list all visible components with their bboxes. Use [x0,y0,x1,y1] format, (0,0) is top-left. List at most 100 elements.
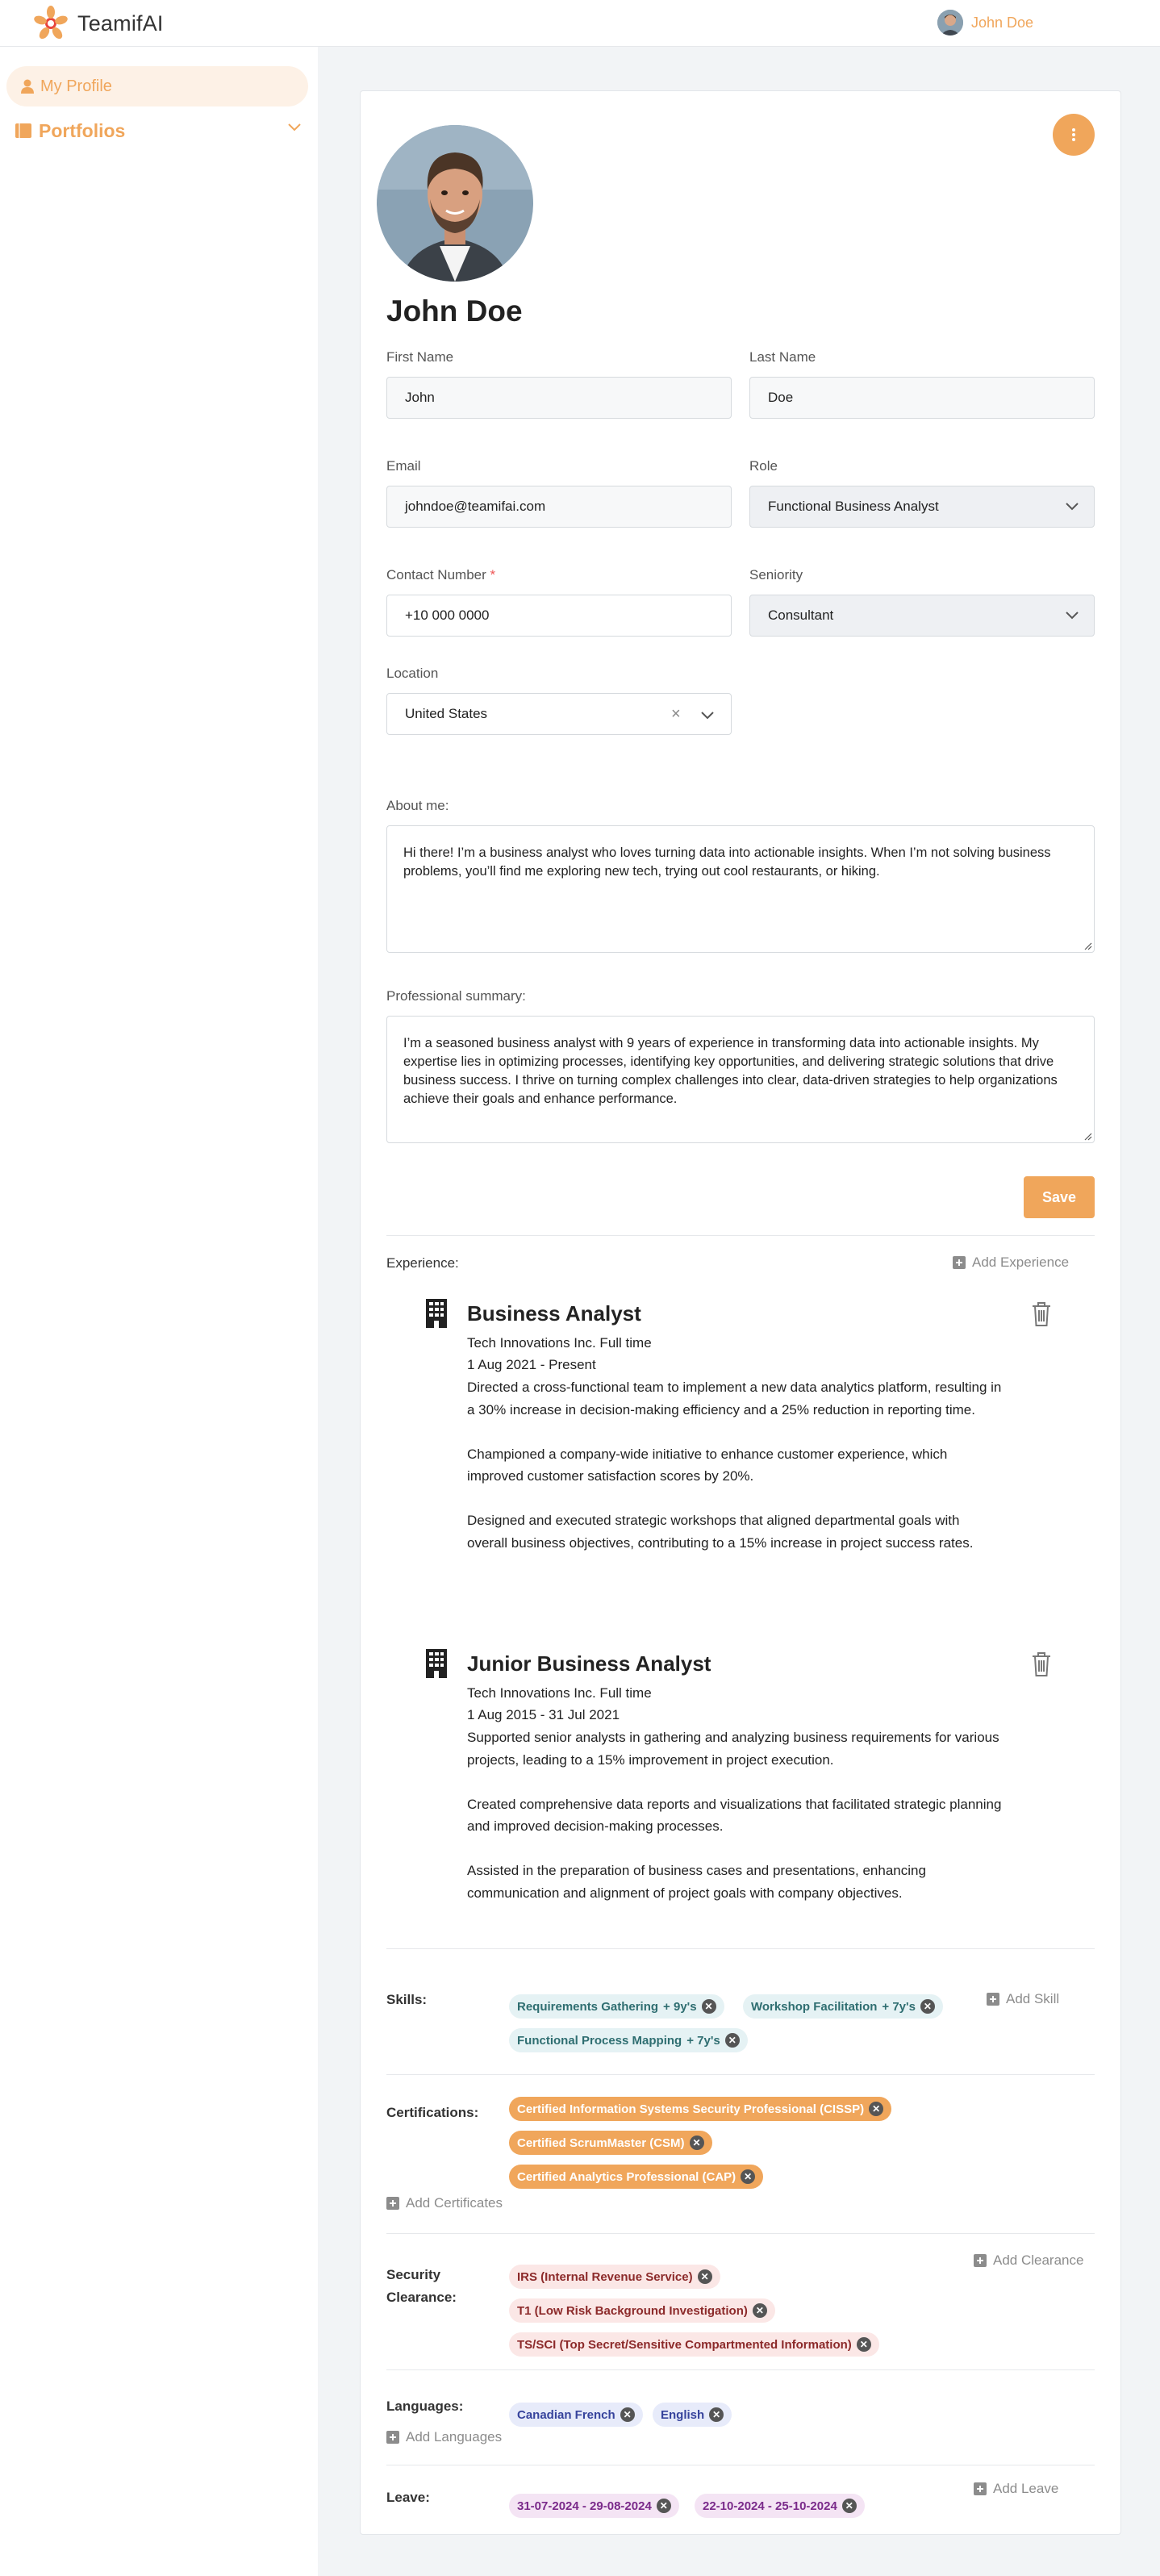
about-label: About me: [386,798,449,813]
add-skill-button[interactable]: Add Skill [987,1991,1059,2007]
remove-icon[interactable]: ✕ [841,2499,857,2513]
experience-label: Experience: [386,1255,459,1271]
language-chip[interactable]: English ✕ [653,2403,732,2427]
sidebar-item-label: My Profile [40,77,112,95]
email-field[interactable]: johndoe@teamifai.com [386,486,732,528]
remove-icon[interactable]: ✕ [620,2407,635,2422]
certification-chip[interactable]: Certified Information Systems Security P… [509,2097,892,2121]
add-experience-button[interactable]: Add Experience [953,1255,1069,1271]
clear-icon[interactable]: × [671,705,681,724]
sidebar-item-my-profile[interactable]: My Profile [6,66,308,106]
remove-icon[interactable]: ✕ [920,1999,935,2014]
clearance-chip[interactable]: TS/SCI (Top Secret/Sensitive Compartment… [509,2332,879,2357]
clearance-chip[interactable]: IRS (Internal Revenue Service) ✕ [509,2265,720,2289]
chevron-down-icon [1066,612,1079,620]
add-certificates-button[interactable]: Add Certificates [386,2195,503,2211]
last-name-field[interactable]: Doe [749,377,1095,419]
first-name-field[interactable]: John [386,377,732,419]
remove-icon[interactable]: ✕ [752,2303,767,2318]
chevron-down-icon[interactable] [700,710,715,720]
trash-icon[interactable] [1030,1301,1053,1327]
plus-square-icon [974,2482,987,2495]
experience-bullet: Championed a company-wide initiative to … [467,1446,948,1484]
top-bar: TeamifAI John Doe [0,0,1160,47]
user-name: John Doe [971,14,1034,31]
clearance-chip[interactable]: T1 (Low Risk Background Investigation) ✕ [509,2298,775,2323]
sidebar-item-portfolios[interactable]: Portfolios [15,115,302,147]
location-select[interactable]: United States × [386,693,732,735]
required-mark: * [490,567,496,582]
remove-icon[interactable]: ✕ [741,2169,756,2184]
skill-chip[interactable]: Requirements Gathering + 9y's ✕ [509,1994,724,2019]
plus-square-icon [974,2254,987,2267]
resize-grip-icon[interactable] [1083,1131,1092,1141]
experience-dates: 1 Aug 2021 - Present [467,1357,596,1372]
skill-chip[interactable]: Functional Process Mapping + 7y's ✕ [509,2028,748,2052]
profile-photo[interactable] [377,125,533,282]
skill-chip[interactable]: Workshop Facilitation + 7y's ✕ [743,1994,943,2019]
add-languages-button[interactable]: Add Languages [386,2429,502,2445]
save-button[interactable]: Save [1024,1176,1095,1218]
remove-icon[interactable]: ✕ [689,2136,704,2150]
seniority-label: Seniority [749,567,803,582]
remove-icon[interactable]: ✕ [709,2407,724,2422]
role-label: Role [749,458,778,474]
summary-label: Professional summary: [386,988,526,1004]
kebab-icon [1072,128,1075,141]
user-menu[interactable]: John Doe [937,10,1033,35]
trash-icon[interactable] [1030,1651,1053,1677]
about-text: Hi there! I’m a business analyst who lov… [403,845,1051,879]
certifications-label: Certifications: [386,2105,479,2120]
add-clearance-button[interactable]: Add Clearance [974,2252,1083,2269]
seniority-value: Consultant [768,607,834,623]
sidebar-item-label: Portfolios [39,119,126,141]
last-name-label: Last Name [749,349,816,365]
certification-chip[interactable]: Certified Analytics Professional (CAP) ✕ [509,2165,764,2189]
remove-icon[interactable]: ✕ [701,1999,716,2014]
divider [386,2074,1095,2075]
add-leave-button[interactable]: Add Leave [974,2481,1058,2497]
divider [386,1948,1095,1949]
email-label: Email [386,458,421,474]
experience-company: Tech Innovations Inc. Full time [467,1685,652,1701]
experience-description: Supported senior analysts in gathering a… [467,1726,1004,1927]
remove-icon[interactable]: ✕ [869,2102,884,2116]
contact-number-field[interactable]: +10 000 0000 [386,595,732,637]
more-options-button[interactable] [1053,114,1095,156]
chevron-down-icon[interactable] [287,123,302,132]
experience-bullet: Assisted in the preparation of business … [467,1863,926,1901]
role-value: Functional Business Analyst [768,499,939,514]
experience-bullet: Designed and executed strategic workshop… [467,1513,974,1551]
leave-chip[interactable]: 31-07-2024 - 29-08-2024 ✕ [509,2494,679,2518]
location-value: United States [405,706,488,721]
resize-grip-icon[interactable] [1083,941,1092,950]
certification-chip[interactable]: Certified ScrumMaster (CSM) ✕ [509,2131,712,2155]
seniority-select[interactable]: Consultant [749,595,1095,637]
experience-dates: 1 Aug 2015 - 31 Jul 2021 [467,1707,620,1722]
plus-square-icon [386,2197,399,2210]
role-select[interactable]: Functional Business Analyst [749,486,1095,528]
plus-square-icon [987,1993,999,2006]
building-icon [426,1299,447,1328]
experience-company: Tech Innovations Inc. Full time [467,1335,652,1351]
language-chip[interactable]: Canadian French ✕ [509,2403,643,2427]
app-logo[interactable]: TeamifAI [31,5,164,42]
experience-bullet: Created comprehensive data reports and v… [467,1796,1002,1835]
user-avatar [937,10,963,35]
building-icon [426,1649,447,1678]
profile-name: John Doe [386,294,523,328]
skills-label: Skills: [386,1992,428,2007]
experience-bullet: Directed a cross-functional team to impl… [467,1380,1002,1417]
remove-icon[interactable]: ✕ [697,2269,712,2284]
summary-textarea[interactable]: I’m a seasoned business analyst with 9 y… [386,1016,1095,1143]
remove-icon[interactable]: ✕ [724,2033,740,2048]
app-name: TeamifAI [77,10,164,35]
experience-bullet: Supported senior analysts in gathering a… [467,1730,999,1768]
remove-icon[interactable]: ✕ [856,2337,871,2352]
experience-title: Junior Business Analyst [467,1651,711,1676]
remove-icon[interactable]: ✕ [656,2499,671,2513]
leave-chip[interactable]: 22-10-2024 - 25-10-2024 ✕ [695,2494,865,2518]
about-textarea[interactable]: Hi there! I’m a business analyst who lov… [386,825,1095,953]
logo-icon [34,6,68,40]
divider [386,2233,1095,2234]
